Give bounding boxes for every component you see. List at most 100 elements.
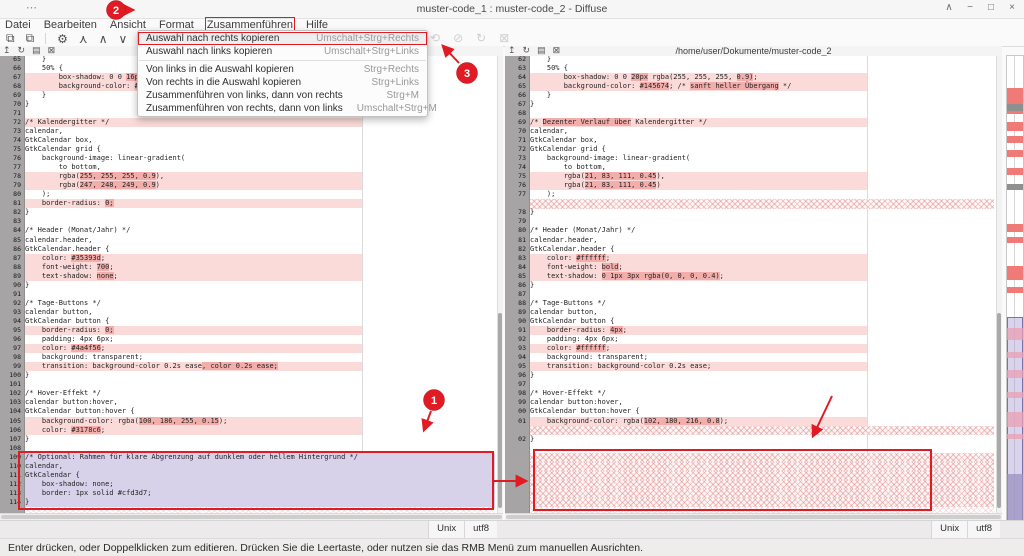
code-line[interactable]: 89calendar button, [530,308,994,317]
code-line[interactable]: 94GtkCalendar button { [25,317,495,326]
code-line[interactable]: 96} [530,371,994,380]
code-line[interactable]: 69/* Dezenter Verlauf über Kalendergitte… [530,118,994,127]
code-line[interactable]: 106 color: #3178c6; [25,426,495,435]
code-line[interactable]: 70calendar, [530,127,994,136]
code-line[interactable]: 90} [25,281,495,290]
code-line[interactable] [530,199,994,208]
menu-item-zusammenf-hren-von-links-dann-von-rechts[interactable]: Zusammenführen von links, dann von recht… [138,89,427,102]
code-line[interactable]: 88 font-weight: 700; [25,263,495,272]
code-line[interactable]: 92/* Tage-Buttons */ [25,299,495,308]
code-line[interactable]: 81calendar.header, [530,236,994,245]
code-line[interactable] [530,489,994,498]
code-line[interactable]: 91 border-radius: 4px; [530,326,994,335]
previous-difference-icon[interactable]: ∧ [99,32,108,46]
code-line[interactable]: 110calendar, [25,462,495,471]
menu-zusammenf-hren[interactable]: Zusammenführen [207,19,293,31]
code-line[interactable]: 87 [530,290,994,299]
code-line[interactable]: 01 background-color: rgba(102, 180, 216,… [530,417,994,426]
code-line[interactable]: 112 box-shadow: none; [25,480,495,489]
code-line[interactable]: 88/* Tage-Buttons */ [530,299,994,308]
code-line[interactable]: 76 background-image: linear-gradient( [25,154,495,163]
code-line[interactable]: 105 background-color: rgba(100, 186, 255… [25,417,495,426]
code-line[interactable]: 80/* Header (Monat/Jahr) */ [530,226,994,235]
code-line[interactable] [530,498,994,507]
menu-hilfe[interactable]: Hilfe [306,19,328,31]
right-eol-indicator[interactable]: Unix [931,521,967,538]
code-line[interactable]: 76 rgba(21, 83, 111, 0.45) [530,181,994,190]
code-line[interactable]: 75GtkCalendar grid { [25,145,495,154]
code-line[interactable]: 63 50% { [530,64,994,73]
minimize-button[interactable]: − [964,2,976,13]
first-difference-icon[interactable]: ⋏ [79,32,88,46]
code-line[interactable]: 68 [530,109,994,118]
code-line[interactable]: 93 color: #ffffff; [530,344,994,353]
code-line[interactable]: 86GtkCalendar.header { [25,245,495,254]
code-line[interactable]: 81 border-radius: 0; [25,199,495,208]
code-line[interactable]: 87 color: #35393d; [25,254,495,263]
left-vertical-scrollbar[interactable] [497,56,503,514]
new-2way-compare-icon[interactable]: ⧉ [6,31,15,46]
code-line[interactable]: 93calendar button, [25,308,495,317]
code-line[interactable]: 82} [25,208,495,217]
code-line[interactable]: 102/* Hover-Effekt */ [25,389,495,398]
code-line[interactable]: 84/* Header (Monat/Jahr) */ [25,226,495,235]
code-line[interactable]: 85calendar.header, [25,236,495,245]
code-line[interactable]: 98 background: transparent; [25,353,495,362]
code-line[interactable]: 78} [530,208,994,217]
code-line[interactable]: 108 [25,444,495,453]
menu-item-auswahl-nach-links-kopieren[interactable]: Auswahl nach links kopierenUmschalt+Strg… [138,45,427,58]
code-line[interactable]: 65 background-color: #145674; /* sanft h… [530,82,994,91]
left-eol-indicator[interactable]: Unix [428,521,464,538]
code-line[interactable]: 79 rgba(247, 248, 249, 0.9) [25,181,495,190]
code-line[interactable]: 00GtkCalendar button:hover { [530,407,994,416]
code-line[interactable]: 113 border: 1px solid #cfd3d7; [25,489,495,498]
code-line[interactable] [530,480,994,489]
code-line[interactable]: 79 [530,217,994,226]
left-horizontal-scrollbar[interactable] [0,513,503,520]
left-code-area[interactable]: 65 }66 50% {67 box-shadow: 0 0 16px rgba… [0,56,503,514]
code-line[interactable]: 109/* Optional: Rahmen für klare Abgrenz… [25,453,495,462]
code-line[interactable]: 67} [530,100,994,109]
code-line[interactable] [530,471,994,480]
code-line[interactable] [530,453,994,462]
code-line[interactable]: 80 ); [25,190,495,199]
code-line[interactable]: 104GtkCalendar button:hover { [25,407,495,416]
code-line[interactable]: 71GtkCalendar box, [530,136,994,145]
right-code-area[interactable]: 62 }63 50% {64 box-shadow: 0 0 20px rgba… [505,56,1002,514]
code-line[interactable] [530,462,994,471]
code-line[interactable]: 77 ); [530,190,994,199]
menu-bearbeiten[interactable]: Bearbeiten [44,19,97,31]
code-line[interactable]: 98/* Hover-Effekt */ [530,389,994,398]
new-3way-compare-icon[interactable]: ⧉ [26,31,35,46]
code-line[interactable]: 86} [530,281,994,290]
right-encoding-indicator[interactable]: utf8 [967,521,1000,538]
code-line[interactable]: 74 to bottom, [530,163,994,172]
right-vertical-scrollbar[interactable] [996,56,1002,514]
code-line[interactable]: 97 color: #4a4f56; [25,344,495,353]
menu-item-auswahl-nach-rechts-kopieren[interactable]: Auswahl nach rechts kopierenUmschalt+Str… [138,32,427,45]
diff-overview-map[interactable] [1006,55,1024,522]
menu-format[interactable]: Format [159,19,194,31]
code-line[interactable]: 100} [25,371,495,380]
menu-item-zusammenf-hren-von-rechts-dann-von-links[interactable]: Zusammenführen von rechts, dann von link… [138,102,427,115]
code-line[interactable]: 84 font-weight: bold; [530,263,994,272]
code-line[interactable]: 92 padding: 4px 6px; [530,335,994,344]
code-line[interactable]: 99calendar button:hover, [530,398,994,407]
code-line[interactable] [530,444,994,453]
code-line[interactable]: 64 box-shadow: 0 0 20px rgba(255, 255, 2… [530,73,994,82]
maximize-button[interactable]: □ [985,2,997,13]
shade-button[interactable]: ∧ [943,2,955,13]
code-line[interactable]: 73 background-image: linear-gradient( [530,154,994,163]
code-line[interactable]: 107} [25,435,495,444]
code-line[interactable]: 95 transition: background-color 0.2s eas… [530,362,994,371]
close-button[interactable]: × [1006,2,1018,13]
right-horizontal-scrollbar[interactable] [505,513,1002,520]
preferences-icon[interactable]: ⚙ [57,32,68,46]
code-line[interactable]: 78 rgba(255, 255, 255, 0.9), [25,172,495,181]
code-line[interactable]: 72/* Kalendergitter */ [25,118,495,127]
code-line[interactable]: 91 [25,290,495,299]
code-line[interactable]: 103calendar button:hover, [25,398,495,407]
code-line[interactable]: 85 text-shadow: 0 1px 3px rgba(0, 0, 0, … [530,272,994,281]
code-line[interactable]: 83 color: #ffffff; [530,254,994,263]
code-line[interactable]: 95 border-radius: 0; [25,326,495,335]
